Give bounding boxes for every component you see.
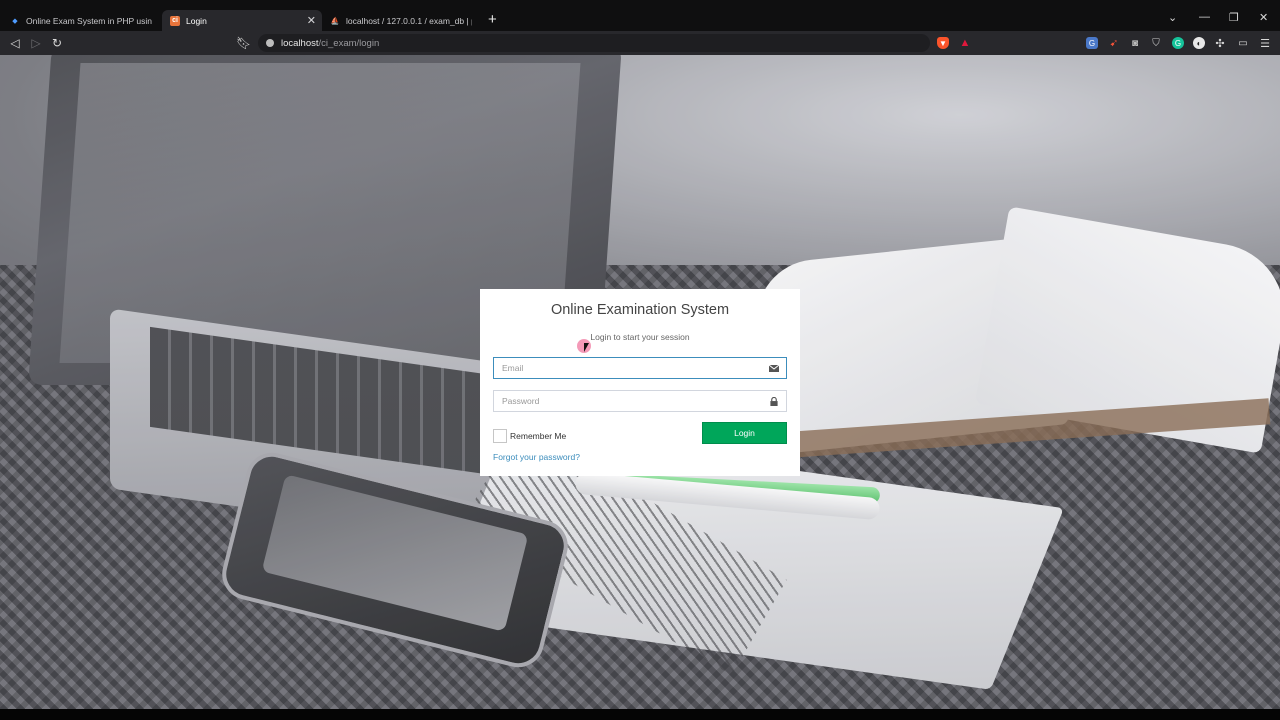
tab-title: Online Exam System in PHP using Codi <box>26 15 152 26</box>
translate-icon[interactable]: G <box>1086 37 1098 49</box>
browser-tab-bar: ◆ Online Exam System in PHP using Codi c… <box>0 0 1280 31</box>
brave-shields-icon[interactable]: ▼ <box>937 37 949 49</box>
mouse-cursor-icon <box>584 343 589 352</box>
email-input[interactable] <box>494 358 786 378</box>
browser-toolbar: ◁ ▷ ↻ 🔖︎ localhost/ci_exam/login ▼ ▲ G ➹… <box>0 31 1280 55</box>
tab-search-chevron-icon[interactable]: ⌄ <box>1168 11 1177 24</box>
login-page-background: Online Examination System Login to start… <box>0 55 1280 709</box>
login-box: Online Examination System Login to start… <box>480 289 800 476</box>
grammarly-icon[interactable]: G <box>1172 37 1184 49</box>
tab-title: Login <box>186 15 207 26</box>
forward-icon[interactable]: ▷ <box>29 35 43 51</box>
password-input[interactable] <box>494 391 786 411</box>
close-window-icon[interactable]: ✕ <box>1259 11 1268 24</box>
phpmyadmin-favicon-icon: ⛵ <box>330 17 340 25</box>
remember-me-checkbox[interactable] <box>493 429 507 443</box>
tab-favicon-icon: ci <box>170 15 180 26</box>
new-tab-button[interactable]: + <box>488 12 497 27</box>
circle-icon[interactable]: ◐ <box>1193 37 1205 49</box>
login-box-message: Login to start your session <box>590 332 690 342</box>
reload-icon[interactable]: ↻ <box>50 35 64 51</box>
login-title: Online Examination System <box>550 302 730 318</box>
tab-login[interactable]: ci Login ✕ <box>162 10 322 31</box>
extensions-icon[interactable]: ✣ <box>1214 37 1226 50</box>
bookmark-icon[interactable]: 🔖︎ <box>236 35 251 51</box>
back-icon[interactable]: ◁ <box>8 35 22 51</box>
swift-icon[interactable]: ➹ <box>1108 37 1120 49</box>
address-url: localhost/ci_exam/login <box>281 37 380 49</box>
menu-icon[interactable]: ☰ <box>1259 37 1271 50</box>
password-field[interactable] <box>493 390 787 412</box>
tab-title: localhost / 127.0.0.1 / exam_db | phpM <box>346 15 472 26</box>
wallet-icon[interactable]: ▭ <box>1237 37 1249 49</box>
remember-me-label[interactable]: Remember Me <box>510 431 566 441</box>
restore-icon[interactable]: ❐ <box>1229 11 1239 24</box>
envelope-icon <box>769 364 779 372</box>
site-info-icon[interactable] <box>266 39 274 47</box>
address-bar[interactable]: localhost/ci_exam/login <box>258 34 930 52</box>
shield-icon[interactable]: ⛉ <box>1150 37 1162 49</box>
email-field[interactable] <box>493 357 787 379</box>
bottom-border <box>0 709 1280 720</box>
camera-icon[interactable]: ◙ <box>1129 37 1141 49</box>
forgot-password-link[interactable]: Forgot your password? <box>493 452 580 462</box>
lock-icon <box>770 397 778 406</box>
minimize-icon[interactable]: — <box>1199 11 1210 23</box>
brave-rewards-icon[interactable]: ▲ <box>959 37 971 49</box>
tab-favicon-icon: ◆ <box>12 17 18 25</box>
close-tab-icon[interactable]: ✕ <box>307 14 316 27</box>
login-button[interactable]: Login <box>702 422 787 444</box>
tab-phpmyadmin[interactable]: ⛵ localhost / 127.0.0.1 / exam_db | phpM <box>322 10 480 31</box>
tab-online-exam-system[interactable]: ◆ Online Exam System in PHP using Codi <box>2 10 160 31</box>
